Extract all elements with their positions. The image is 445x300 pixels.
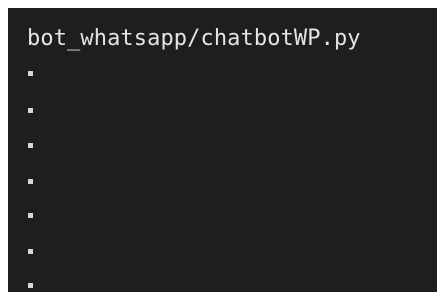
ellipsis-dot-5: . [28,213,33,218]
ellipsis-dot-6: . [28,249,33,254]
ellipsis-lines: . . . . . . . [8,8,437,292]
ellipsis-dot-1: . [28,71,33,76]
ellipsis-dot-7: . [28,283,33,288]
ellipsis-dot-2: . [28,108,33,113]
ellipsis-dot-4: . [28,179,33,184]
ellipsis-dot-3: . [28,143,33,148]
code-panel: bot_whatsapp/chatbotWP.py . . . . . . . [8,8,437,292]
